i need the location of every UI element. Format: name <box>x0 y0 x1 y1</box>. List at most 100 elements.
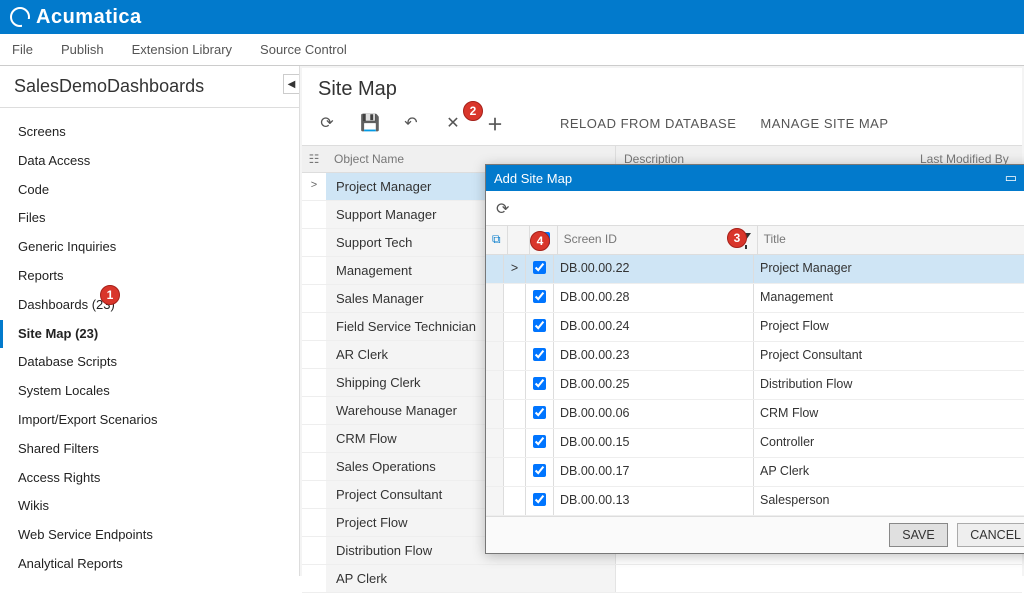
dialog-refresh-icon[interactable]: ⟳ <box>496 201 509 218</box>
dialog-grid: ⧉ Screen ID Title >DB.00.00.22Project Ma… <box>486 225 1024 516</box>
app-name: Acumatica <box>36 6 142 29</box>
dialog-row-title: Management <box>754 284 1024 312</box>
dialog-row-screen-id: DB.00.00.06 <box>554 400 754 428</box>
dialog-row-indicator <box>504 429 526 457</box>
dialog-row-indicator <box>504 400 526 428</box>
dialog-row[interactable]: DB.00.00.24Project Flow <box>486 313 1024 342</box>
row-indicator-icon <box>302 537 326 564</box>
sidebar-item[interactable]: System Locales <box>0 377 299 406</box>
dialog-row-indicator <box>504 487 526 515</box>
row-indicator-icon <box>302 285 326 312</box>
dialog-maximize-icon[interactable]: ▭ <box>1005 170 1017 186</box>
sidebar-item[interactable]: Files <box>0 204 299 233</box>
dialog-row-checkbox[interactable] <box>526 429 554 457</box>
dialog-row-checkbox[interactable] <box>526 458 554 486</box>
row-indicator-icon <box>302 313 326 340</box>
dialog-row-title: Project Flow <box>754 313 1024 341</box>
app-logo: Acumatica <box>10 6 142 29</box>
dialog-row[interactable]: DB.00.00.23Project Consultant <box>486 342 1024 371</box>
sidebar-item[interactable]: Screens <box>0 118 299 147</box>
row-indicator-icon <box>302 369 326 396</box>
sidebar: SalesDemoDashboards ◀ ScreensData Access… <box>0 66 300 576</box>
dialog-titlebar[interactable]: Add Site Map ▭ ✕ <box>486 165 1024 191</box>
menu-source-control[interactable]: Source Control <box>260 42 347 57</box>
dialog-row-screen-id: DB.00.00.15 <box>554 429 754 457</box>
undo-icon[interactable]: ↶ <box>402 113 420 133</box>
dialog-row-checkbox[interactable] <box>526 400 554 428</box>
app-header: Acumatica <box>0 0 1024 34</box>
sidebar-item[interactable]: Dashboards (23) <box>0 291 299 320</box>
sidebar-item[interactable]: Generic Inquiries <box>0 233 299 262</box>
manage-site-map-button[interactable]: MANAGE SITE MAP <box>760 116 888 131</box>
dialog-row-title: Controller <box>754 429 1024 457</box>
dialog-row-title: AP Clerk <box>754 458 1024 486</box>
row-indicator-icon: > <box>302 173 326 200</box>
sidebar-item[interactable]: Import/Export Scenarios <box>0 406 299 435</box>
cancel-button[interactable]: CANCEL <box>957 523 1024 547</box>
sidebar-item[interactable]: Data Access <box>0 147 299 176</box>
dialog-grid-header: ⧉ Screen ID Title <box>486 226 1024 255</box>
dialog-row-screen-id: DB.00.00.17 <box>554 458 754 486</box>
add-icon[interactable]: ＋ <box>486 111 504 135</box>
sidebar-item[interactable]: Web Service Endpoints <box>0 521 299 550</box>
dialog-export-icon[interactable]: ⧉ <box>486 226 508 254</box>
project-title-text: SalesDemoDashboards <box>14 76 204 96</box>
callout-1: 1 <box>100 285 120 305</box>
grid-row-settings-icon[interactable]: ☷ <box>302 146 326 172</box>
object-name-cell: AP Clerk <box>326 565 616 592</box>
dialog-row-head <box>486 255 504 283</box>
dialog-col-screen-id-label: Screen ID <box>564 232 617 246</box>
sidebar-item[interactable]: Site Map (23) <box>0 320 299 349</box>
dialog-row[interactable]: >DB.00.00.22Project Manager <box>486 255 1024 284</box>
dialog-row[interactable]: DB.00.00.06CRM Flow <box>486 400 1024 429</box>
dialog-footer: SAVE CANCEL <box>486 516 1024 553</box>
dialog-row-checkbox[interactable] <box>526 313 554 341</box>
reload-from-database-button[interactable]: RELOAD FROM DATABASE <box>560 116 736 131</box>
dialog-col-title[interactable]: Title <box>758 226 1024 254</box>
dialog-row[interactable]: DB.00.00.28Management <box>486 284 1024 313</box>
menu-file[interactable]: File <box>12 42 33 57</box>
dialog-row-checkbox[interactable] <box>526 487 554 515</box>
row-indicator-icon <box>302 481 326 508</box>
dialog-row-screen-id: DB.00.00.28 <box>554 284 754 312</box>
dialog-grid-body[interactable]: >DB.00.00.22Project ManagerDB.00.00.28Ma… <box>486 255 1024 516</box>
sidebar-item[interactable]: Code <box>0 176 299 205</box>
dialog-row-checkbox[interactable] <box>526 284 554 312</box>
dialog-row[interactable]: DB.00.00.13Salesperson <box>486 487 1024 516</box>
project-title: SalesDemoDashboards ◀ <box>0 66 299 108</box>
delete-icon[interactable]: ✕ <box>444 113 462 133</box>
sidebar-item[interactable]: Database Scripts <box>0 348 299 377</box>
dialog-row-head <box>486 342 504 370</box>
page-title: Site Map <box>302 68 1022 105</box>
dialog-row-head <box>486 371 504 399</box>
dialog-row-title: Distribution Flow <box>754 371 1024 399</box>
callout-2: 2 <box>463 101 483 121</box>
menu-extension-library[interactable]: Extension Library <box>132 42 232 57</box>
grid-row[interactable]: AP Clerk <box>302 565 1022 593</box>
dialog-row-screen-id: DB.00.00.22 <box>554 255 754 283</box>
sidebar-items: ScreensData AccessCodeFilesGeneric Inqui… <box>0 108 299 576</box>
sidebar-item[interactable]: Wikis <box>0 492 299 521</box>
sidebar-item[interactable]: Analytical Reports <box>0 550 299 576</box>
collapse-sidebar-icon[interactable]: ◀ <box>283 74 299 94</box>
dialog-row-head <box>486 400 504 428</box>
dialog-row[interactable]: DB.00.00.17AP Clerk <box>486 458 1024 487</box>
logo-icon <box>10 7 30 27</box>
menu-publish[interactable]: Publish <box>61 42 104 57</box>
dialog-row-checkbox[interactable] <box>526 255 554 283</box>
sidebar-item[interactable]: Access Rights <box>0 464 299 493</box>
dialog-row-indicator <box>504 284 526 312</box>
dialog-row-screen-id: DB.00.00.23 <box>554 342 754 370</box>
add-site-map-dialog: Add Site Map ▭ ✕ ⟳ ⧉ Screen ID Title >DB… <box>485 164 1024 554</box>
dialog-row[interactable]: DB.00.00.15Controller <box>486 429 1024 458</box>
refresh-icon[interactable]: ⟳ <box>318 113 336 133</box>
dialog-row-checkbox[interactable] <box>526 342 554 370</box>
dialog-row-checkbox[interactable] <box>526 371 554 399</box>
row-indicator-icon <box>302 229 326 256</box>
callout-4: 4 <box>530 231 550 251</box>
dialog-row-indicator <box>504 313 526 341</box>
dialog-row[interactable]: DB.00.00.25Distribution Flow <box>486 371 1024 400</box>
sidebar-item[interactable]: Reports <box>0 262 299 291</box>
sidebar-item[interactable]: Shared Filters <box>0 435 299 464</box>
save-button[interactable]: SAVE <box>889 523 947 547</box>
